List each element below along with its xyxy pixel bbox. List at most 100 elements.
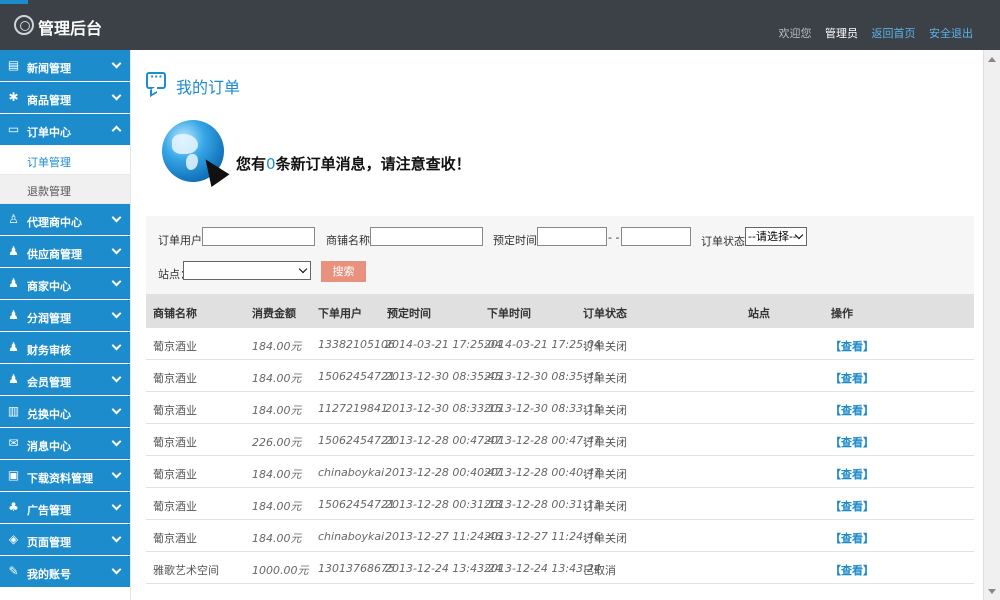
cell-shop: 葡京酒业 <box>153 532 197 545</box>
sidebar-item-pages[interactable]: ◈ 页面管理 <box>0 524 130 556</box>
sidebar-item-label: 广告管理 <box>27 504 71 517</box>
chevron-down-icon <box>111 244 122 255</box>
cell-status: 订单关闭 <box>583 340 627 353</box>
sidebar-item-news[interactable]: ▤ 新闻管理 <box>0 50 130 82</box>
notice-prefix: 您有 <box>236 155 267 173</box>
view-link[interactable]: 【查看】 <box>830 338 874 354</box>
sidebar-item-label: 商品管理 <box>27 94 71 107</box>
table-row: 葡京酒业 184.00元 chinaboykai 2013-12-28 00:4… <box>146 456 974 488</box>
cell-status: 订单关闭 <box>583 436 627 449</box>
scroll-up-icon[interactable] <box>984 50 1000 67</box>
sidebar-item-goods[interactable]: ✱ 商品管理 <box>0 82 130 114</box>
chevron-down-icon <box>111 276 122 287</box>
site-select[interactable] <box>183 261 311 280</box>
chevron-down-icon <box>298 264 308 274</box>
search-button[interactable]: 搜索 <box>321 261 366 282</box>
users-icon: ♟ <box>8 340 19 354</box>
sidebar-item-account[interactable]: ✎ 我的账号 <box>0 556 130 588</box>
logo-icon <box>14 15 34 35</box>
col-shop: 商铺名称 <box>153 307 197 320</box>
sidebar-item-label: 财务审核 <box>27 344 71 357</box>
sidebar-item-label: 消息中心 <box>27 440 71 453</box>
top-header: 管理后台 欢迎您 管理员 返回首页 安全退出 <box>0 0 1000 50</box>
status-select[interactable]: --请选择-- <box>745 227 807 246</box>
home-link[interactable]: 返回首页 <box>872 27 916 40</box>
table-row: 葡京酒业 184.00元 chinaboykai 2013-12-27 11:2… <box>146 520 974 552</box>
sidebar-item-label: 供应商管理 <box>27 248 82 261</box>
table-row: 葡京酒业 184.00元 13382105106 2014-03-21 17:2… <box>146 328 974 360</box>
header-right: 欢迎您 管理员 返回首页 安全退出 <box>769 25 974 41</box>
sidebar-item-label: 代理商中心 <box>27 216 82 229</box>
logout-link[interactable]: 安全退出 <box>929 27 973 40</box>
cell-shop: 葡京酒业 <box>153 404 197 417</box>
cell-status: 已取消 <box>583 564 616 577</box>
app-title: 管理后台 <box>38 19 103 38</box>
view-link[interactable]: 【查看】 <box>830 402 874 418</box>
cell-user: 13382105106 <box>318 338 395 351</box>
table-row: 葡京酒业 184.00元 15062454721 2013-12-30 08:3… <box>146 360 974 392</box>
cell-status: 订单关闭 <box>583 532 627 545</box>
cell-amount: 184.00元 <box>252 500 302 513</box>
chevron-down-icon <box>111 468 122 479</box>
sidebar-item-finance[interactable]: ♟ 财务审核 <box>0 332 130 364</box>
cell-user: 15062454721 <box>318 498 395 511</box>
table-row: 葡京酒业 226.00元 15062454721 2013-12-28 00:4… <box>146 424 974 456</box>
view-link[interactable]: 【查看】 <box>830 434 874 450</box>
sidebar-item-ads[interactable]: ♣ 广告管理 <box>0 492 130 524</box>
cell-shop: 葡京酒业 <box>153 468 197 481</box>
shop-input[interactable] <box>370 227 483 246</box>
chevron-down-icon <box>111 532 122 543</box>
time-start-input[interactable] <box>537 227 607 246</box>
cell-status: 订单关闭 <box>583 404 627 417</box>
cell-amount: 184.00元 <box>252 372 302 385</box>
document-icon: ▤ <box>7 58 20 72</box>
filter-panel: 订单用户： 商铺名称： 预定时间： - - 订单状态： --请选择-- 站点： … <box>146 216 974 294</box>
cell-amount: 184.00元 <box>252 404 302 417</box>
chevron-down-icon <box>111 308 122 319</box>
sidebar-item-profit[interactable]: ♟ 分润管理 <box>0 300 130 332</box>
col-amount: 消费金额 <box>252 307 296 320</box>
users-icon: ♟ <box>8 308 19 322</box>
cell-user: chinaboykai <box>318 466 385 479</box>
sidebar-item-messages[interactable]: ✉ 消息中心 <box>0 428 130 460</box>
cell-amount: 226.00元 <box>252 436 302 449</box>
cell-shop: 葡京酒业 <box>153 436 197 449</box>
user-input[interactable] <box>202 227 315 246</box>
cell-shop: 雅歌艺术空间 <box>153 564 219 577</box>
view-link[interactable]: 【查看】 <box>830 530 874 546</box>
sidebar-item-exchange[interactable]: ▥ 兑换中心 <box>0 396 130 428</box>
sidebar-item-supplier[interactable]: ♟ 供应商管理 <box>0 236 130 268</box>
view-link[interactable]: 【查看】 <box>830 498 874 514</box>
sidebar-item-agent[interactable]: ♙ 代理商中心 <box>0 204 130 236</box>
time-end-input[interactable] <box>621 227 691 246</box>
sidebar-subitem-refund-manage[interactable]: 退款管理 <box>0 175 130 204</box>
page-icon: ◈ <box>8 532 19 546</box>
view-link[interactable]: 【查看】 <box>830 562 874 578</box>
col-status: 订单状态 <box>583 307 627 320</box>
view-link[interactable]: 【查看】 <box>830 370 874 386</box>
col-operation: 操作 <box>831 307 853 320</box>
sidebar-subitem-order-manage[interactable]: 订单管理 <box>0 146 130 175</box>
col-site: 站点 <box>748 307 770 320</box>
chevron-down-icon <box>111 436 122 447</box>
person-icon: ♟ <box>8 372 19 386</box>
sidebar-item-label: 页面管理 <box>27 536 71 549</box>
cell-user: 15062454721 <box>318 434 395 447</box>
vertical-scrollbar[interactable] <box>983 50 1000 600</box>
table-row: 雅歌艺术空间 1000.00元 13013768675 2013-12-24 1… <box>146 552 974 584</box>
view-link[interactable]: 【查看】 <box>830 466 874 482</box>
sidebar-item-downloads[interactable]: ▣ 下载资料管理 <box>0 460 130 492</box>
person-outline-icon: ♙ <box>8 212 19 226</box>
order-notice: 您有0条新订单消息，请注意查收！ <box>236 153 471 174</box>
sidebar-item-merchant[interactable]: ♟ 商家中心 <box>0 268 130 300</box>
username: 管理员 <box>825 27 858 40</box>
sidebar-item-label: 会员管理 <box>27 376 71 389</box>
orders-table: 商铺名称 消费金额 下单用户 预定时间 下单时间 订单状态 站点 操作 葡京酒业… <box>146 294 974 584</box>
cell-user: 13013768675 <box>318 562 395 575</box>
col-reserve-time: 预定时间 <box>387 307 431 320</box>
scroll-down-icon[interactable] <box>984 583 1000 600</box>
chevron-down-icon <box>111 212 122 223</box>
cell-user: 15062454721 <box>318 370 395 383</box>
sidebar-item-members[interactable]: ♟ 会员管理 <box>0 364 130 396</box>
sidebar-item-orders[interactable]: ▭ 订单中心 <box>0 114 130 146</box>
